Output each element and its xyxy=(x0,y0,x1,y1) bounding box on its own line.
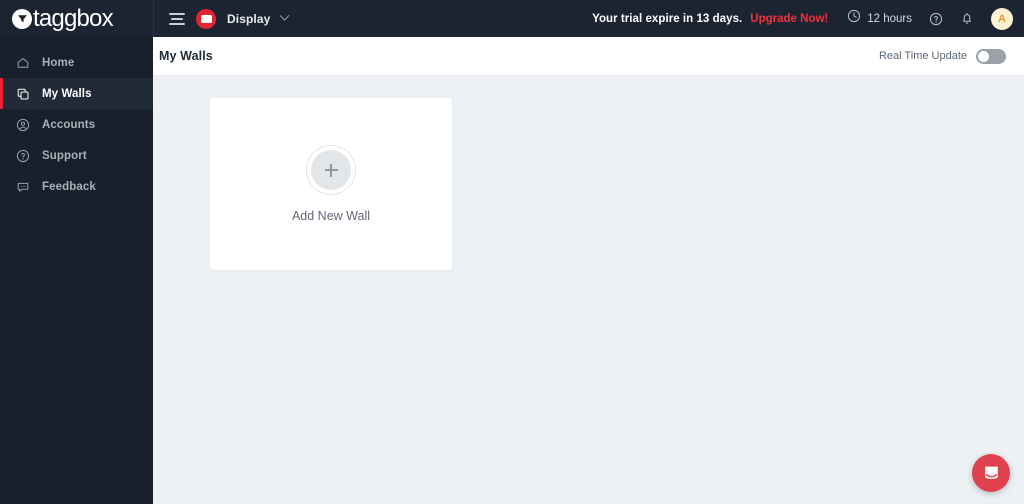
sidebar: Home My Walls Accounts Support Feedback xyxy=(0,37,153,504)
sidebar-item-my-walls[interactable]: My Walls xyxy=(0,78,153,109)
toggle-knob xyxy=(978,50,989,62)
help-circle-icon[interactable] xyxy=(929,12,943,26)
sidebar-item-label: Accounts xyxy=(42,118,96,131)
topbar-left-group: Display xyxy=(153,0,290,37)
trial-status-text: Your trial expire in 13 days. xyxy=(592,12,743,25)
sidebar-item-accounts[interactable]: Accounts xyxy=(0,109,153,140)
clock-icon xyxy=(847,9,861,28)
sidebar-item-feedback[interactable]: Feedback xyxy=(0,171,153,202)
display-card-icon[interactable] xyxy=(196,8,216,29)
add-new-wall-card[interactable]: Add New Wall xyxy=(210,98,452,270)
sidebar-item-home[interactable]: Home xyxy=(0,47,153,78)
add-new-wall-label: Add New Wall xyxy=(291,209,371,223)
page-title: My Walls xyxy=(159,49,213,63)
question-circle-icon xyxy=(16,149,30,163)
brand-logo[interactable]: taggbox xyxy=(0,0,153,37)
content-area: My Walls Real Time Update Add New Wall xyxy=(153,37,1024,504)
display-label[interactable]: Display xyxy=(227,12,270,26)
top-bar: taggbox Display Your trial expire in 13 … xyxy=(0,0,1024,37)
bell-icon[interactable] xyxy=(960,11,974,26)
hours-remaining[interactable]: 12 hours xyxy=(847,9,912,28)
real-time-update-label: Real Time Update xyxy=(878,50,967,62)
home-icon xyxy=(16,56,30,70)
walls-board: Add New Wall xyxy=(153,76,1024,270)
real-time-update-group: Real Time Update xyxy=(878,48,1006,64)
layers-copy-icon xyxy=(16,87,30,101)
hamburger-menu-icon[interactable] xyxy=(169,12,185,25)
taggbox-circle-logo-icon xyxy=(12,8,32,29)
sidebar-top-spacer xyxy=(0,37,153,47)
sidebar-item-label: My Walls xyxy=(42,87,92,100)
plus-dotted-ring xyxy=(306,145,356,195)
chevron-down-icon[interactable] xyxy=(279,10,290,21)
plus-icon xyxy=(311,150,351,190)
brand-name: taggbox xyxy=(33,4,114,32)
sidebar-item-label: Home xyxy=(42,56,75,69)
upgrade-now-link[interactable]: Upgrade Now! xyxy=(750,13,828,25)
hours-text: 12 hours xyxy=(867,12,912,25)
user-circle-icon xyxy=(16,118,30,132)
sidebar-item-label: Support xyxy=(42,149,87,162)
chat-bubble-icon xyxy=(16,180,30,194)
content-header: My Walls Real Time Update xyxy=(153,37,1024,76)
topbar-right-group: Your trial expire in 13 days. Upgrade No… xyxy=(592,0,1024,37)
sidebar-item-label: Feedback xyxy=(42,180,96,193)
app-root: taggbox Display Your trial expire in 13 … xyxy=(0,0,1024,504)
real-time-update-toggle[interactable] xyxy=(976,48,1006,64)
sidebar-item-support[interactable]: Support xyxy=(0,140,153,171)
avatar[interactable]: A xyxy=(991,7,1013,30)
intercom-chat-icon[interactable] xyxy=(972,454,1010,492)
